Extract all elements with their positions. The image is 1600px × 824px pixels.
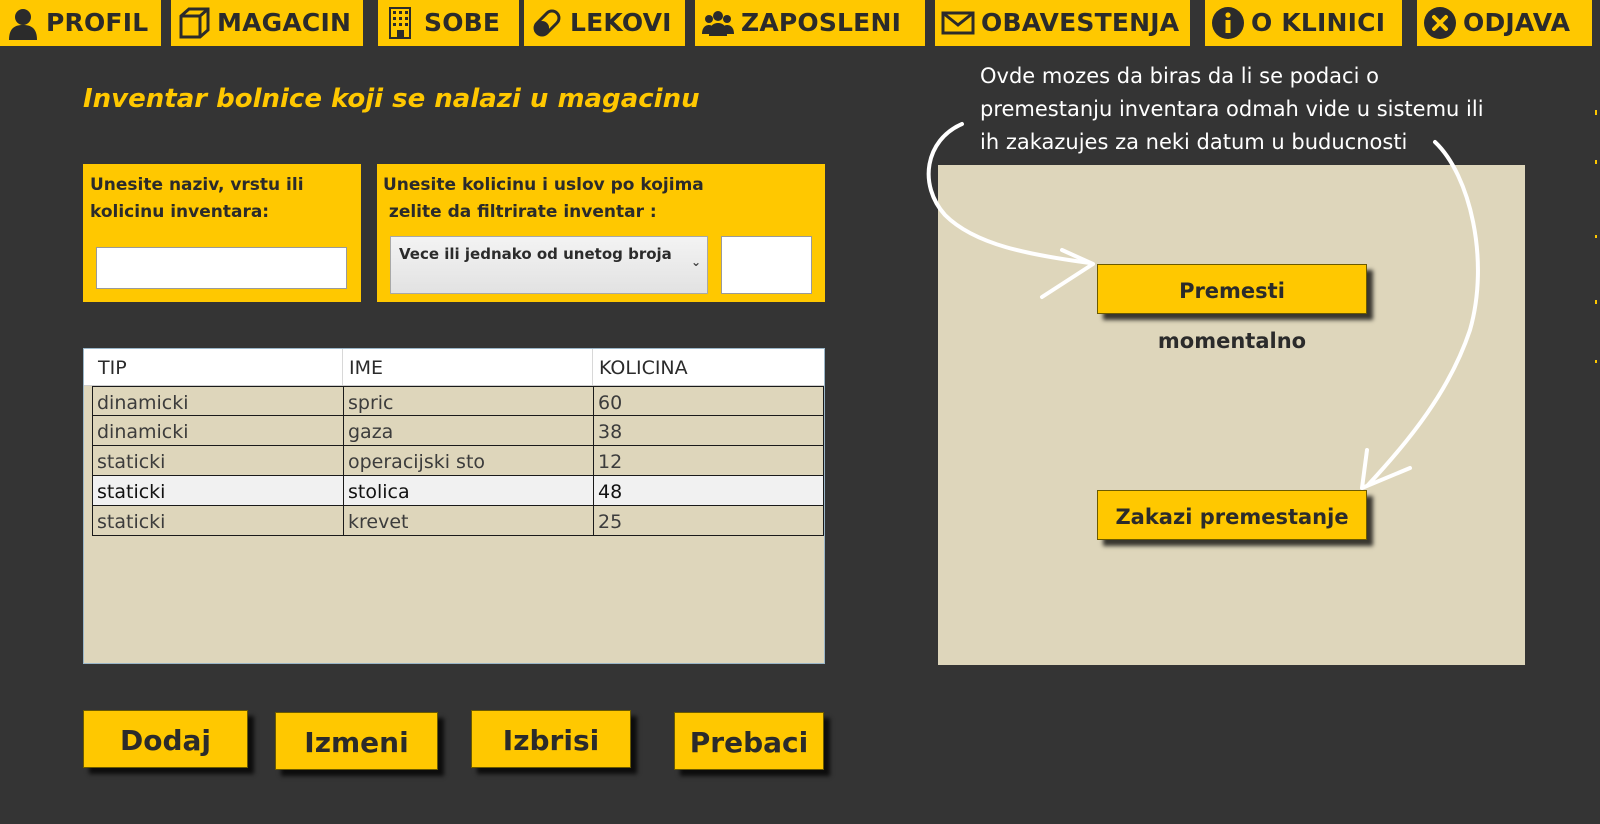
schedule-move-button[interactable]: Zakazi premestanje bbox=[1097, 490, 1367, 540]
edit-button[interactable]: Izmeni bbox=[275, 712, 438, 770]
people-icon bbox=[701, 6, 735, 40]
delete-button[interactable]: Izbrisi bbox=[471, 710, 631, 768]
nav-odjava-label: ODJAVA bbox=[1463, 8, 1571, 37]
page-title: Inventar bolnice koji se nalazi u magaci… bbox=[83, 84, 700, 114]
top-nav: PROFIL MAGACIN SOBE LEKOVI ZAPOSLENI OBA… bbox=[0, 0, 1600, 46]
user-icon bbox=[6, 6, 40, 40]
cell-tip: dinamicki bbox=[93, 387, 344, 416]
nav-o-klinici[interactable]: O KLINICI bbox=[1205, 0, 1402, 46]
table-row[interactable]: staticki operacijski sto 12 bbox=[92, 446, 824, 476]
cell-tip: dinamicki bbox=[93, 416, 344, 445]
nav-obavestenja[interactable]: OBAVESTENJA bbox=[935, 0, 1190, 46]
nav-obavestenja-label: OBAVESTENJA bbox=[981, 8, 1180, 37]
table-header: TIP IME KOLICINA bbox=[84, 349, 824, 386]
condition-select[interactable]: Vece ili jednako od unetog broja ⌄ bbox=[390, 236, 708, 294]
transfer-button[interactable]: Prebaci bbox=[674, 712, 824, 770]
help-line-2: premestanju inventara odmah vide u siste… bbox=[980, 97, 1484, 121]
column-header-kolicina[interactable]: KOLICINA bbox=[593, 349, 824, 385]
cell-ime: stolica bbox=[344, 476, 594, 505]
table-row[interactable]: staticki krevet 25 bbox=[92, 506, 824, 536]
condition-select-value: Vece ili jednako od unetog broja bbox=[399, 245, 672, 263]
nav-odjava[interactable]: ODJAVA bbox=[1417, 0, 1594, 46]
cell-kolicina: 38 bbox=[598, 421, 623, 443]
search-filter-panel: Unesite naziv, vrstu ili kolicinu invent… bbox=[83, 164, 361, 302]
quantity-label-line1: Unesite kolicinu i uslov po kojima bbox=[383, 175, 704, 195]
close-circle-icon bbox=[1423, 6, 1457, 40]
box-icon bbox=[177, 6, 211, 40]
add-button[interactable]: Dodaj bbox=[83, 710, 248, 768]
search-label-line2: kolicinu inventara: bbox=[90, 202, 270, 222]
help-line-1: Ovde mozes da biras da li se podaci o bbox=[980, 64, 1379, 88]
envelope-icon bbox=[941, 6, 975, 40]
cell-tip: staticki bbox=[93, 446, 344, 475]
info-icon bbox=[1211, 6, 1245, 40]
quantity-filter-panel: Unesite kolicinu i uslov po kojima zelit… bbox=[377, 164, 825, 302]
move-options-area bbox=[938, 165, 1525, 665]
move-now-button[interactable]: Premesti momentalno bbox=[1097, 264, 1367, 353]
nav-zaposleni[interactable]: ZAPOSLENI bbox=[695, 0, 925, 46]
help-line-3: ih zakazujes za neki datum u buducnosti bbox=[980, 130, 1408, 154]
cell-kolicina: 60 bbox=[598, 392, 623, 414]
search-label-line1: Unesite naziv, vrstu ili bbox=[90, 175, 304, 195]
nav-profil[interactable]: PROFIL bbox=[0, 0, 161, 46]
quantity-label-line2: zelite da filtrirate inventar : bbox=[383, 202, 657, 222]
cell-kolicina: 48 bbox=[598, 481, 623, 503]
table-row[interactable]: dinamicki gaza 38 bbox=[92, 416, 824, 446]
cell-ime: operacijski sto bbox=[344, 446, 594, 475]
nav-lekovi[interactable]: LEKOVI bbox=[524, 0, 685, 46]
right-edge-strip bbox=[1592, 0, 1600, 824]
cell-tip: staticki bbox=[93, 506, 344, 535]
nav-zaposleni-label: ZAPOSLENI bbox=[741, 8, 902, 37]
cell-ime: gaza bbox=[344, 416, 594, 445]
cell-ime: spric bbox=[344, 387, 594, 416]
pill-icon bbox=[530, 6, 564, 40]
quantity-input[interactable] bbox=[721, 236, 812, 294]
cell-tip: staticki bbox=[93, 476, 344, 505]
nav-profil-label: PROFIL bbox=[46, 8, 149, 37]
cell-ime: krevet bbox=[344, 506, 594, 535]
cell-kolicina: 25 bbox=[598, 511, 623, 533]
nav-lekovi-label: LEKOVI bbox=[570, 8, 672, 37]
cell-kolicina: 12 bbox=[598, 451, 623, 473]
nav-sobe[interactable]: SOBE bbox=[378, 0, 519, 46]
nav-sobe-label: SOBE bbox=[424, 8, 501, 37]
table-row-selected[interactable]: staticki stolica 48 bbox=[92, 476, 824, 506]
table-row[interactable]: dinamicki spric 60 bbox=[92, 386, 824, 416]
nav-o-klinici-label: O KLINICI bbox=[1251, 8, 1386, 37]
nav-magacin-label: MAGACIN bbox=[217, 8, 352, 37]
nav-magacin[interactable]: MAGACIN bbox=[171, 0, 363, 46]
chevron-down-icon: ⌄ bbox=[690, 255, 701, 269]
column-header-tip[interactable]: TIP bbox=[92, 349, 343, 385]
inventory-table: TIP IME KOLICINA dinamicki spric 60 dina… bbox=[83, 348, 825, 664]
search-input[interactable] bbox=[96, 247, 347, 289]
column-header-ime[interactable]: IME bbox=[343, 349, 593, 385]
building-icon bbox=[384, 6, 418, 40]
move-help-text: Ovde mozes da biras da li se podaci o pr… bbox=[980, 60, 1520, 159]
